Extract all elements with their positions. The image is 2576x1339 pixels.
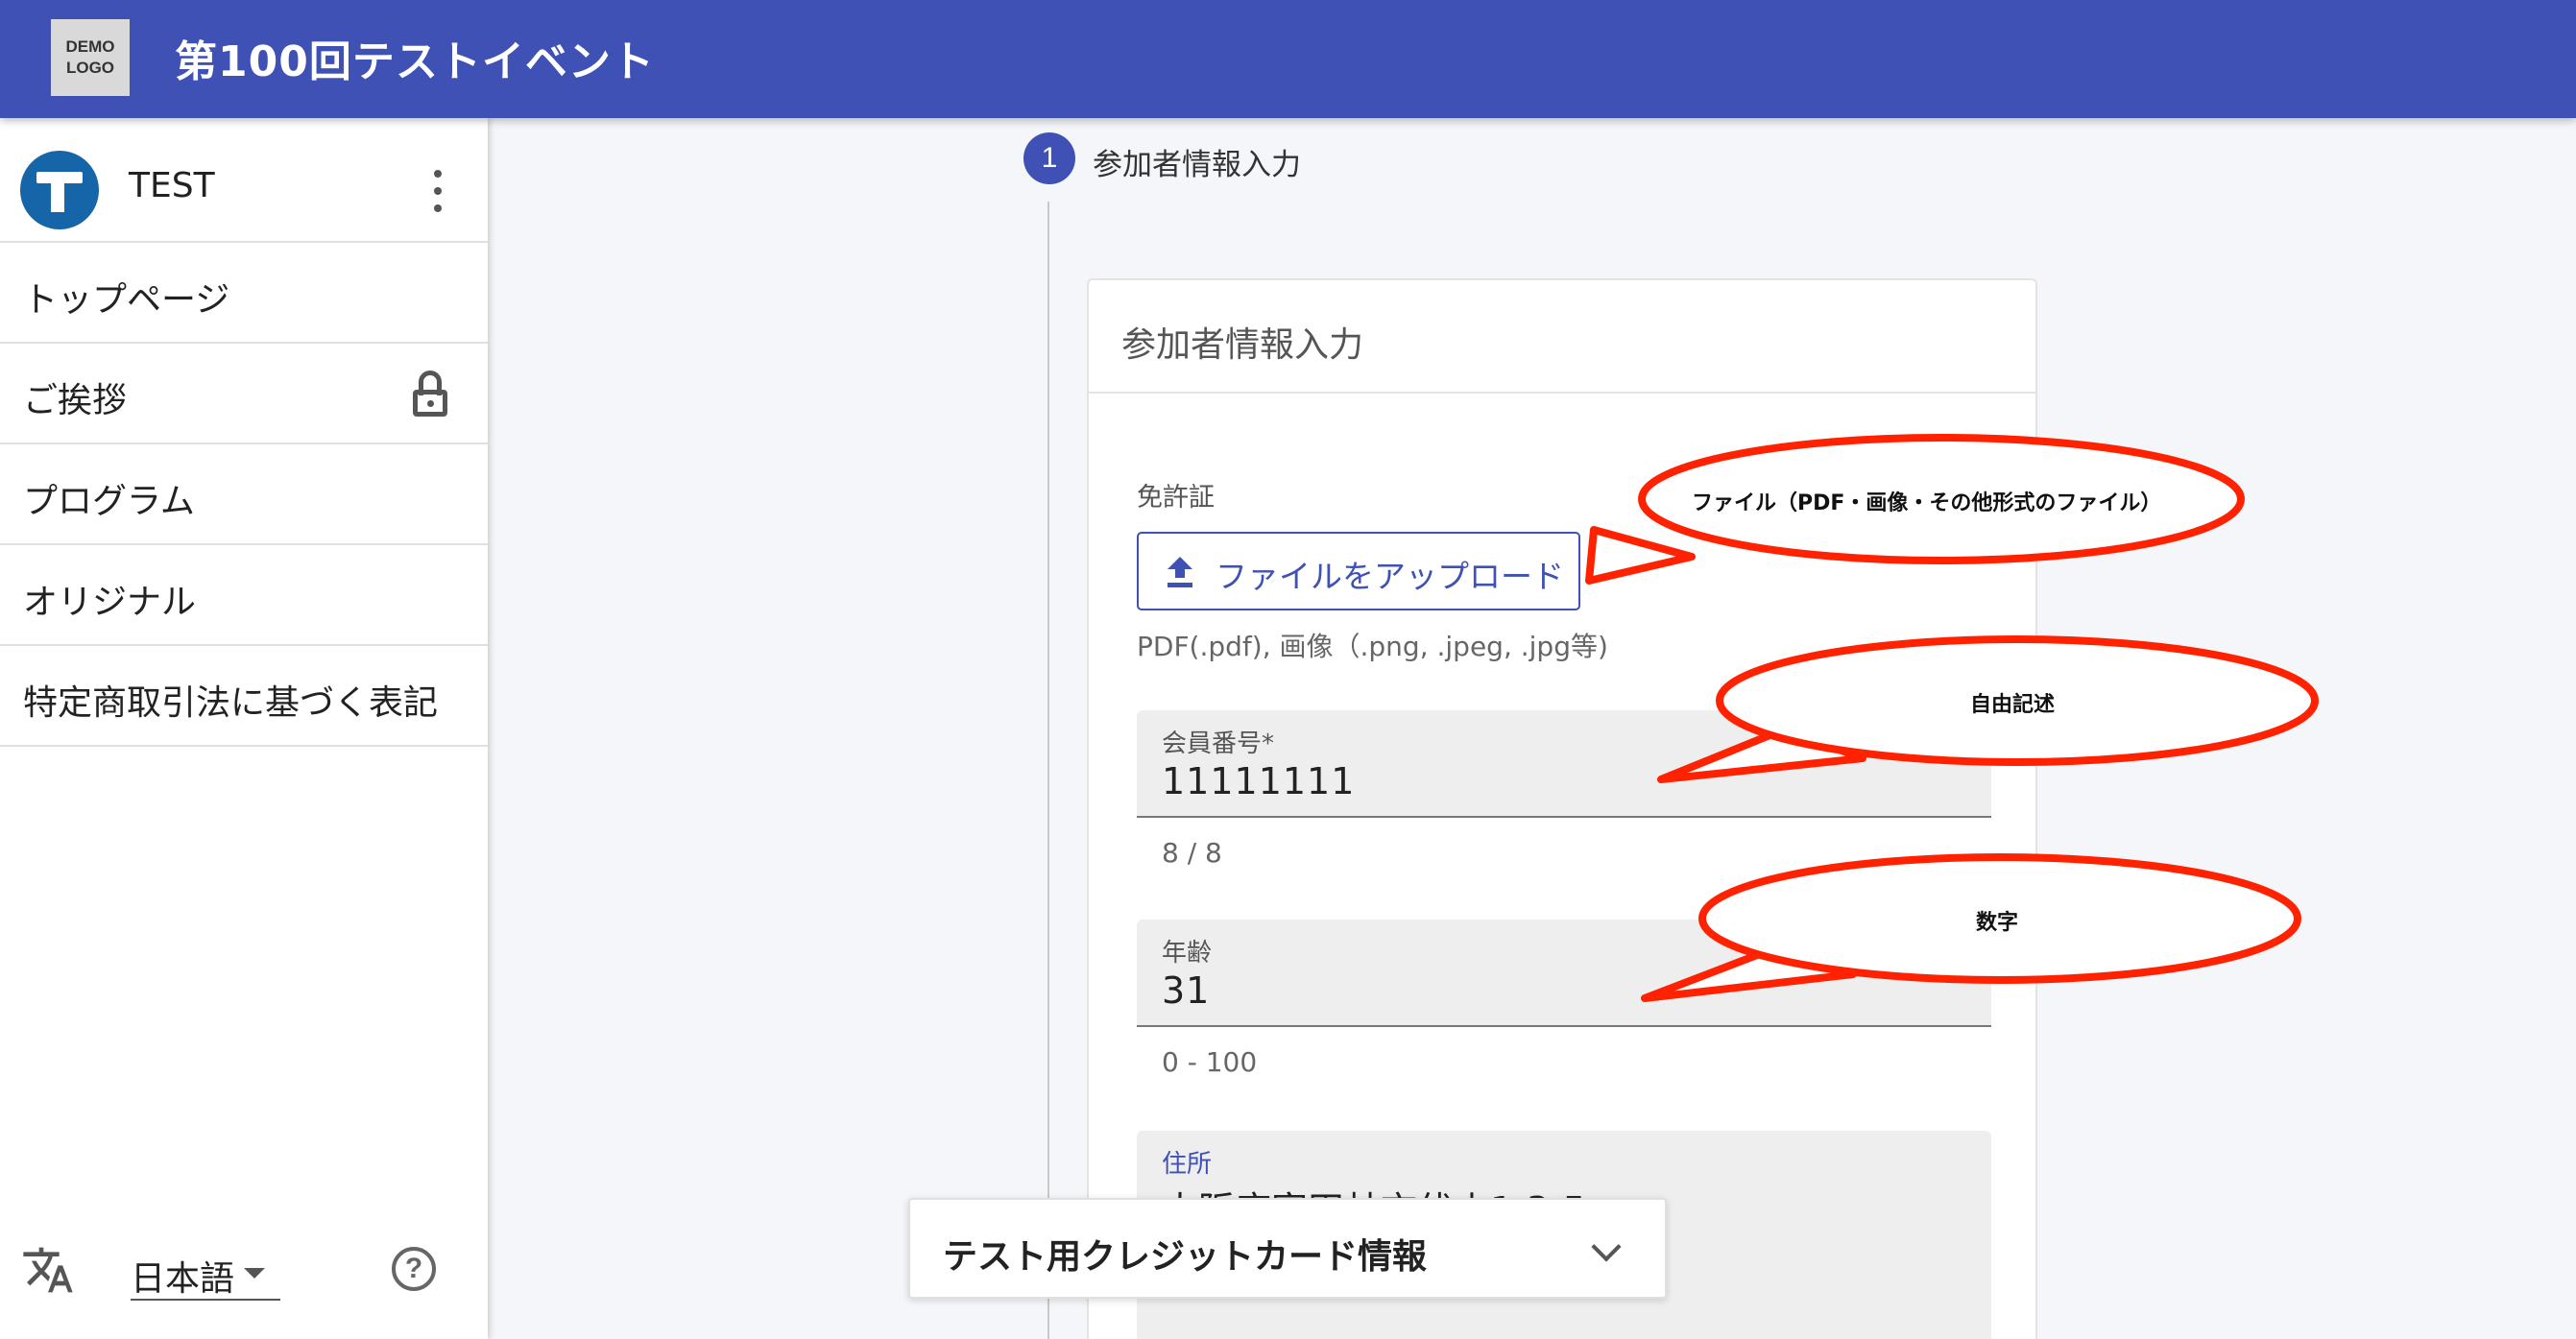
translate-icon[interactable] [21, 1243, 75, 1297]
sidebar-item-label: プログラム [23, 482, 195, 521]
sidebar-item-original[interactable]: オリジナル [0, 545, 488, 646]
step-number: 1 [1023, 132, 1075, 184]
sidebar-nav: トップページ ご挨拶 プログラム オリジナル 特定商取引法に基づく表記 [0, 243, 488, 747]
account-section: TEST [0, 118, 488, 243]
lock-icon [411, 371, 449, 417]
member-number-counter: 8 / 8 [1162, 837, 1222, 869]
card-title: 参加者情報入力 [1121, 325, 1364, 365]
member-number-field[interactable]: 会員番号* 11111111 [1137, 710, 1991, 818]
card-header: 参加者情報入力 [1089, 280, 2035, 394]
credit-card-panel-title: テスト用クレジットカード情報 [943, 1237, 1428, 1277]
license-label: 免許証 [1137, 483, 1215, 513]
language-select[interactable]: 日本語 [131, 1247, 280, 1301]
account-name: TEST [129, 166, 215, 205]
event-title: 第100回テストイベント [175, 37, 655, 86]
file-format-hint: PDF(.pdf), 画像（.png, .jpeg, .jpg等) [1137, 631, 1608, 662]
upload-file-button[interactable]: ファイルをアップロード [1137, 532, 1580, 610]
sidebar-item-label: 特定商取引法に基づく表記 [23, 683, 439, 723]
language-value: 日本語 [131, 1259, 235, 1299]
sidebar: TEST トップページ ご挨拶 プログラム オリジナル 特定商取引法に基づく表記… [0, 118, 488, 1339]
upload-icon [1168, 557, 1192, 587]
more-vert-icon[interactable] [424, 170, 451, 212]
help-icon[interactable]: ? [392, 1247, 436, 1291]
address-label: 住所 [1162, 1150, 1213, 1179]
age-value: 31 [1162, 969, 1211, 1012]
step-label: 参加者情報入力 [1093, 148, 1301, 182]
step-connector [1047, 202, 1049, 1339]
sidebar-item-greeting[interactable]: ご挨拶 [0, 344, 488, 444]
demo-logo[interactable]: DEMO LOGO [51, 19, 130, 96]
credit-card-info-panel[interactable]: テスト用クレジットカード情報 [908, 1198, 1667, 1299]
sidebar-item-top-page[interactable]: トップページ [0, 243, 488, 344]
age-field[interactable]: 年齢 31 [1137, 920, 1991, 1027]
sidebar-item-label: トップページ [23, 280, 230, 320]
callout-file-text: ファイル（PDF・画像・その他形式のファイル） [1692, 491, 2162, 515]
upload-button-label: ファイルをアップロード [1216, 558, 1564, 595]
sidebar-item-label: ご挨拶 [23, 381, 128, 420]
chevron-down-icon[interactable] [1591, 1231, 1622, 1262]
logo-line2: LOGO [65, 59, 115, 77]
app-header: DEMO LOGO 第100回テストイベント [0, 0, 2576, 118]
sidebar-footer: 日本語 ? [0, 1243, 488, 1339]
age-range-hint: 0 - 100 [1162, 1046, 1258, 1078]
callout-free-text-text: 自由記述 [1970, 693, 2056, 717]
callout-number-text: 数字 [1976, 911, 2019, 935]
sidebar-item-label: オリジナル [23, 583, 197, 622]
avatar [20, 151, 99, 229]
sidebar-item-legal-notice[interactable]: 特定商取引法に基づく表記 [0, 646, 488, 747]
age-label: 年齢 [1162, 939, 1213, 968]
member-number-label: 会員番号* [1162, 729, 1275, 758]
sidebar-item-program[interactable]: プログラム [0, 444, 488, 545]
caret-down-icon [244, 1268, 265, 1279]
member-number-value: 11111111 [1162, 760, 1356, 802]
logo-line1: DEMO [65, 37, 115, 56]
participant-info-card: 参加者情報入力 免許証 ファイルをアップロード PDF(.pdf), 画像（.p… [1087, 278, 2037, 1339]
